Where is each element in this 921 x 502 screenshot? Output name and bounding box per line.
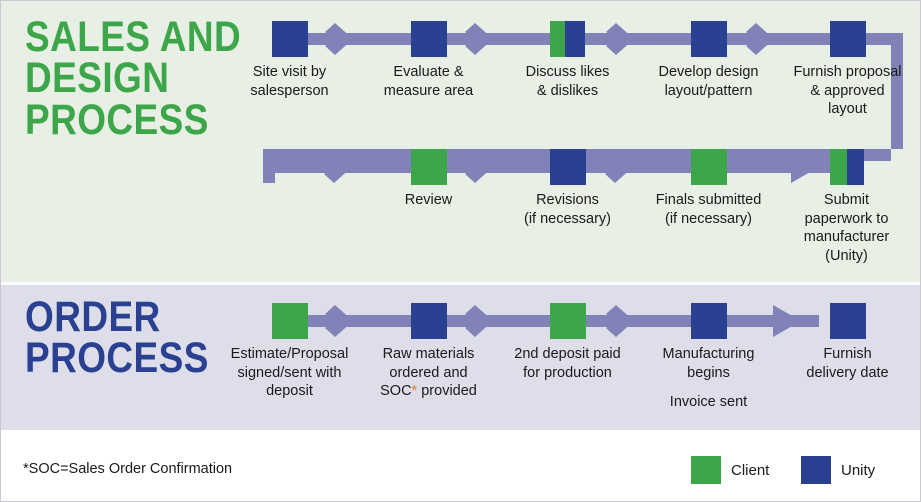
node-chip-unity bbox=[271, 21, 308, 57]
green-square-swatch-icon bbox=[691, 456, 721, 484]
node-revisions[interactable]: Revisions (if necessary) bbox=[524, 149, 611, 227]
node-caption: Furnish delivery date bbox=[806, 346, 889, 381]
node-caption: Raw materials ordered and SOC* provided bbox=[380, 346, 477, 400]
node-caption: Furnish proposal & approved layout bbox=[793, 64, 902, 118]
node-raw-materials[interactable]: Raw materials ordered and SOC* provided bbox=[380, 303, 477, 399]
node-chip-shared bbox=[549, 21, 586, 57]
node-site-visit[interactable]: Site visit by salesperson bbox=[250, 21, 329, 99]
node-manufacturing-begins[interactable]: Manufacturing begins Invoice sent bbox=[663, 303, 754, 410]
node-caption: Evaluate & measure area bbox=[383, 64, 474, 99]
node-subcaption-invoice-sent: Invoice sent bbox=[669, 394, 748, 410]
legend-label-unity: Unity bbox=[841, 461, 876, 479]
legend-item-unity: Unity bbox=[801, 456, 875, 484]
node-chip-unity bbox=[829, 21, 866, 57]
node-caption: Develop design layout/pattern bbox=[658, 64, 759, 99]
soc-footnote: *SOC=Sales Order Confirmation bbox=[23, 461, 233, 477]
node-caption: Discuss likes & dislikes bbox=[525, 64, 610, 99]
node-estimate-proposal[interactable]: Estimate/Proposal signed/sent with depos… bbox=[231, 303, 348, 399]
node-review[interactable]: Review bbox=[405, 149, 452, 208]
node-chip-unity bbox=[410, 303, 447, 339]
node-chip-client bbox=[410, 149, 447, 185]
node-chip-unity bbox=[829, 303, 866, 339]
node-caption: Review bbox=[404, 192, 453, 208]
node-discuss-likes[interactable]: Discuss likes & dislikes bbox=[526, 21, 609, 99]
node-second-deposit[interactable]: 2nd deposit paid for production bbox=[514, 303, 621, 381]
order-process-title: ORDER PROCESS bbox=[25, 293, 209, 383]
node-chip-shared bbox=[829, 149, 864, 185]
node-develop-design[interactable]: Develop design layout/pattern bbox=[659, 21, 758, 99]
node-caption: Revisions (if necessary) bbox=[523, 192, 612, 227]
node-chip-unity bbox=[690, 303, 727, 339]
node-chip-unity bbox=[549, 149, 586, 185]
node-chip-client bbox=[271, 303, 308, 339]
process-infographic: SALES AND DESIGN PROCESS ORDER PROCESS S… bbox=[0, 0, 921, 502]
blue-square-swatch-icon bbox=[801, 456, 831, 484]
node-caption: Site visit by salesperson bbox=[250, 64, 329, 99]
node-finals-submitted[interactable]: Finals submitted (if necessary) bbox=[656, 149, 761, 227]
node-furnish-delivery-date[interactable]: Furnish delivery date bbox=[806, 303, 889, 381]
node-chip-unity bbox=[690, 21, 727, 57]
node-chip-client bbox=[549, 303, 586, 339]
node-chip-unity bbox=[410, 21, 447, 57]
node-caption: Estimate/Proposal signed/sent with depos… bbox=[230, 346, 349, 400]
node-evaluate-measure[interactable]: Evaluate & measure area bbox=[384, 21, 473, 99]
node-chip-client bbox=[690, 149, 727, 185]
legend-item-client: Client bbox=[691, 456, 769, 484]
node-caption: Submit paperwork to manufacturer (Unity) bbox=[803, 192, 890, 264]
node-caption: Manufacturing begins bbox=[662, 346, 755, 381]
node-caption: Finals submitted (if necessary) bbox=[655, 192, 762, 227]
node-caption: 2nd deposit paid for production bbox=[514, 346, 621, 381]
legend-label-client: Client bbox=[731, 461, 770, 479]
node-submit-paperwork[interactable]: Submit paperwork to manufacturer (Unity) bbox=[804, 149, 889, 264]
node-furnish-proposal[interactable]: Furnish proposal & approved layout bbox=[794, 21, 902, 117]
